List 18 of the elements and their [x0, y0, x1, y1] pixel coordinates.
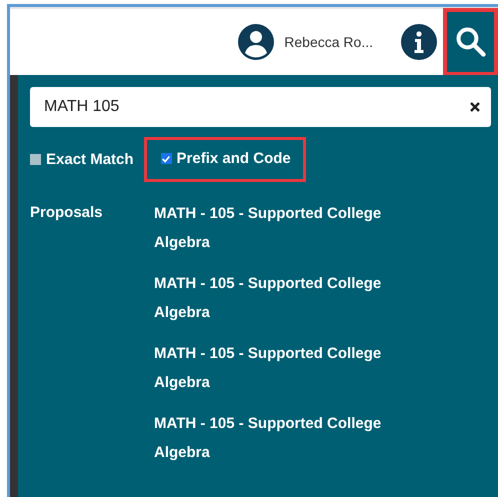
option-label: Exact Match [46, 151, 134, 168]
result-link[interactable]: MATH - 105 - Supported College Algebra [154, 269, 414, 327]
user-name[interactable]: Rebecca Ro... [284, 34, 373, 50]
result-link[interactable]: MATH - 105 - Supported College Algebra [154, 339, 414, 397]
user-avatar-icon [238, 24, 274, 60]
group-label: Proposals [30, 204, 104, 223]
info-icon[interactable] [401, 24, 437, 60]
search-field[interactable]: MATH 105 [30, 87, 491, 127]
search-icon [454, 26, 486, 58]
search-button[interactable] [443, 8, 498, 76]
result-link[interactable]: MATH - 105 - Supported College Algebra [154, 199, 414, 257]
checkbox-option[interactable]: Exact Match [30, 143, 140, 176]
clear-icon[interactable] [469, 101, 481, 113]
option-label: Prefix and Code [176, 150, 291, 167]
checkbox[interactable] [30, 154, 41, 165]
result-link[interactable]: MATH - 105 - Supported College Algebra [154, 409, 414, 467]
checkbox[interactable] [160, 153, 172, 164]
checkbox-option[interactable]: Prefix and Code [144, 137, 306, 182]
